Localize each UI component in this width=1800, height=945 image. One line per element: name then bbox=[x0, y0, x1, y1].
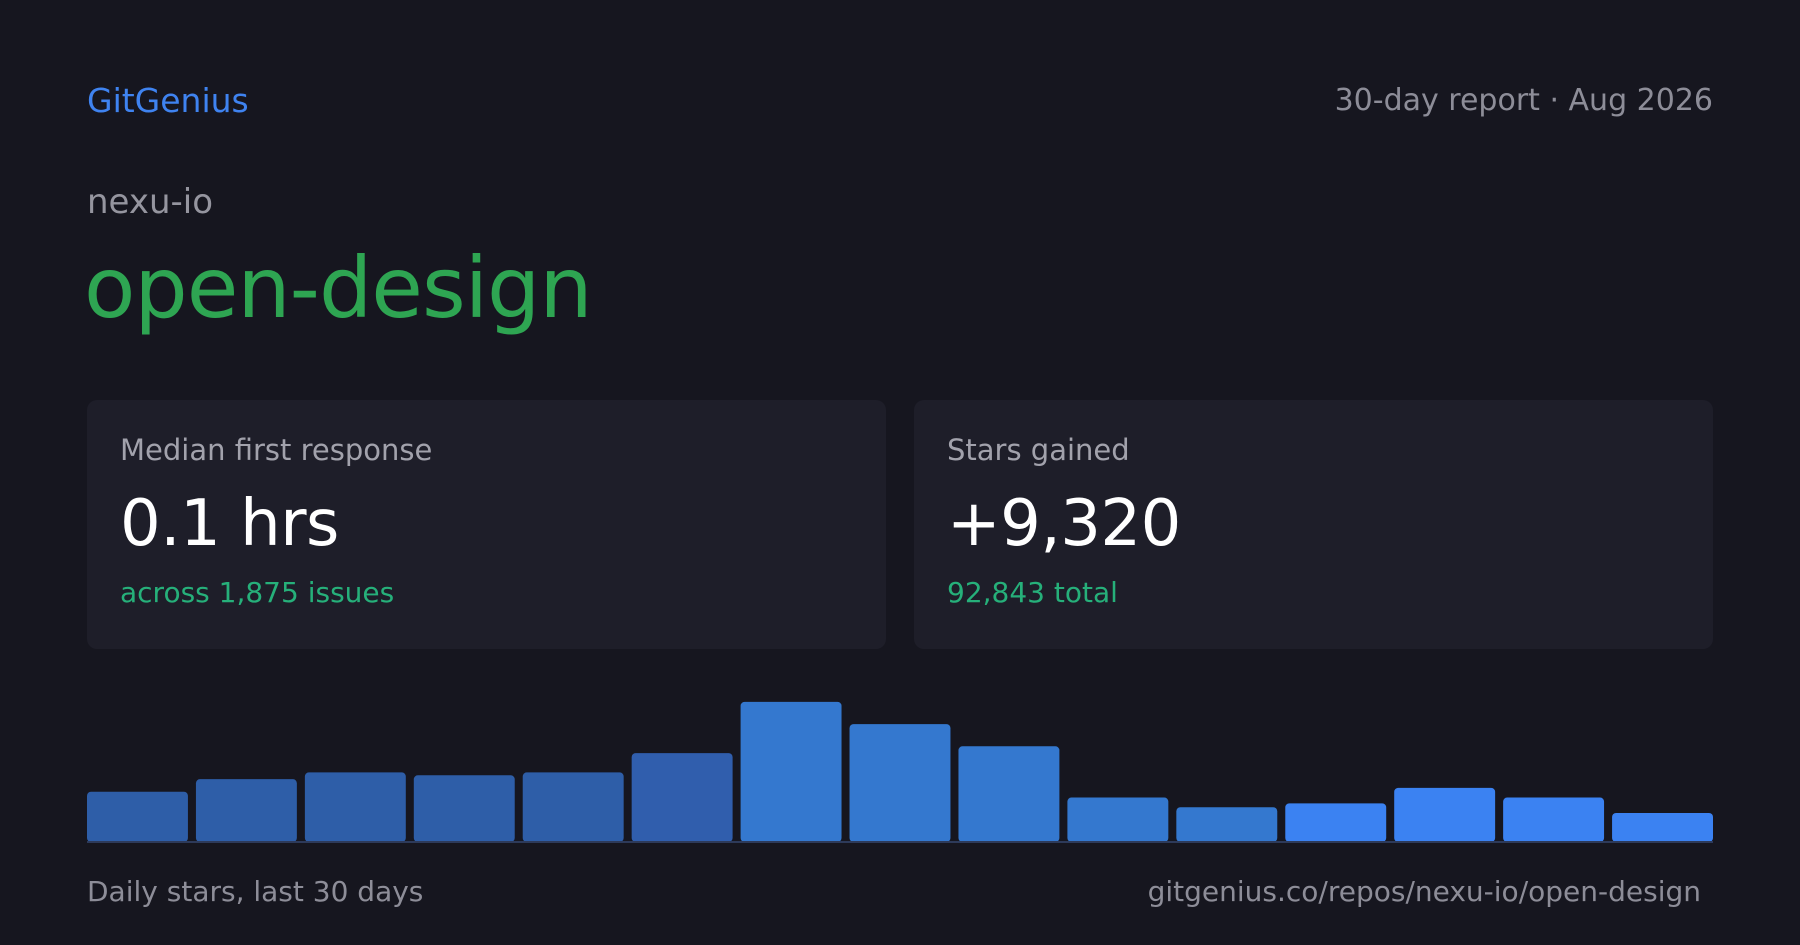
report-page: GitGenius 30-day report · Aug 2026 nexu-… bbox=[0, 0, 1800, 945]
chart-bar bbox=[1285, 803, 1387, 842]
stars-gained-card: Stars gained +9,320 92,843 total bbox=[914, 400, 1713, 649]
repo-name: open-design bbox=[84, 239, 593, 337]
card-subtext: 92,843 total bbox=[947, 576, 1118, 609]
chart-bar bbox=[1394, 787, 1496, 842]
repo-owner: nexu-io bbox=[87, 182, 214, 222]
chart-bar bbox=[1176, 807, 1278, 842]
chart-bar bbox=[1067, 797, 1169, 842]
chart-bar bbox=[849, 724, 951, 842]
chart-bar bbox=[631, 753, 733, 842]
chart-bar bbox=[304, 772, 406, 842]
card-value: 0.1 hrs bbox=[120, 487, 339, 561]
repo-url[interactable]: gitgenius.co/repos/nexu-io/open-design bbox=[1148, 872, 1701, 912]
daily-stars-bar-chart bbox=[87, 701, 1713, 843]
chart-bar bbox=[87, 791, 188, 842]
report-period-label: 30-day report · Aug 2026 bbox=[1334, 83, 1713, 118]
chart-bar bbox=[413, 775, 515, 842]
chart-caption: Daily stars, last 30 days bbox=[87, 875, 424, 908]
card-value: +9,320 bbox=[947, 487, 1181, 561]
chart-bar bbox=[1612, 813, 1713, 842]
chart-bar bbox=[1503, 797, 1605, 842]
median-response-card: Median first response 0.1 hrs across 1,8… bbox=[87, 400, 886, 649]
card-label: Median first response bbox=[120, 433, 433, 467]
chart-bar bbox=[740, 701, 842, 842]
brand-logo-text[interactable]: GitGenius bbox=[87, 80, 249, 122]
card-subtext: across 1,875 issues bbox=[120, 576, 395, 609]
chart-bar bbox=[958, 746, 1060, 842]
card-label: Stars gained bbox=[947, 433, 1130, 467]
chart-bar bbox=[195, 779, 297, 842]
chart-bar bbox=[522, 772, 624, 842]
